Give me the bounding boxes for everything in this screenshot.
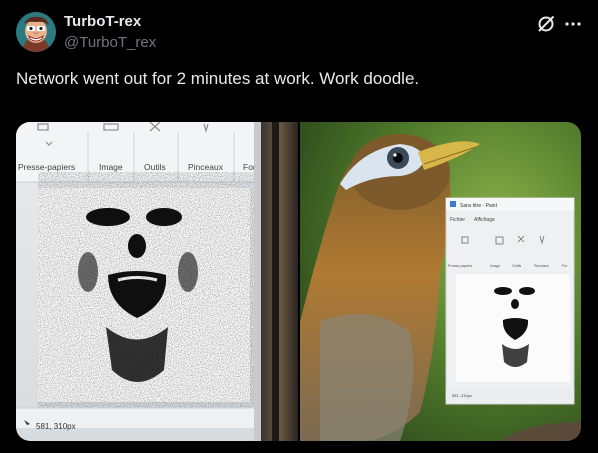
inset-window-title: Sans titre - Paint [460, 203, 498, 209]
tweet-media[interactable]: Presse-papiers Image Outils Pinceaux For [16, 122, 581, 441]
inset-menu-affichage: Affichage [474, 217, 495, 223]
status-coordinates: 581, 310px [36, 422, 76, 431]
avatar[interactable] [16, 12, 56, 52]
more-options-icon[interactable] [563, 14, 583, 34]
photo-bird[interactable]: Sans titre - Paint Fichier Affichage Pre… [300, 122, 581, 441]
inset-toolbar-pinceaux: Pinceaux [534, 264, 549, 268]
author-name[interactable]: TurboT-rex [64, 13, 141, 30]
inset-status-coordinates: 581, 310px [452, 393, 472, 398]
inset-toolbar-image: Image [490, 264, 500, 268]
inset-toolbar-formes: For [562, 264, 568, 268]
toolbar-pinceaux: Pinceaux [188, 162, 224, 172]
tweet-text: Network went out for 2 minutes at work. … [16, 69, 420, 88]
skull-doodle [56, 192, 236, 392]
author-handle[interactable]: @TurboT_rex [64, 34, 156, 51]
inset-menu-fichier: Fichier [450, 217, 465, 223]
toolbar-presse-papiers: Presse-papiers [18, 162, 75, 172]
toolbar-outils: Outils [144, 162, 166, 172]
inset-toolbar-outils: Outils [512, 264, 521, 268]
toolbar-image: Image [99, 162, 123, 172]
photo-paint-screen[interactable]: Presse-papiers Image Outils Pinceaux For [16, 122, 298, 441]
inset-toolbar-presse-papiers: Presse-papiers [448, 264, 472, 268]
grok-icon[interactable] [536, 14, 556, 34]
toolbar-formes: For [243, 162, 256, 172]
inset-paint-window: Sans titre - Paint Fichier Affichage Pre… [445, 197, 575, 405]
